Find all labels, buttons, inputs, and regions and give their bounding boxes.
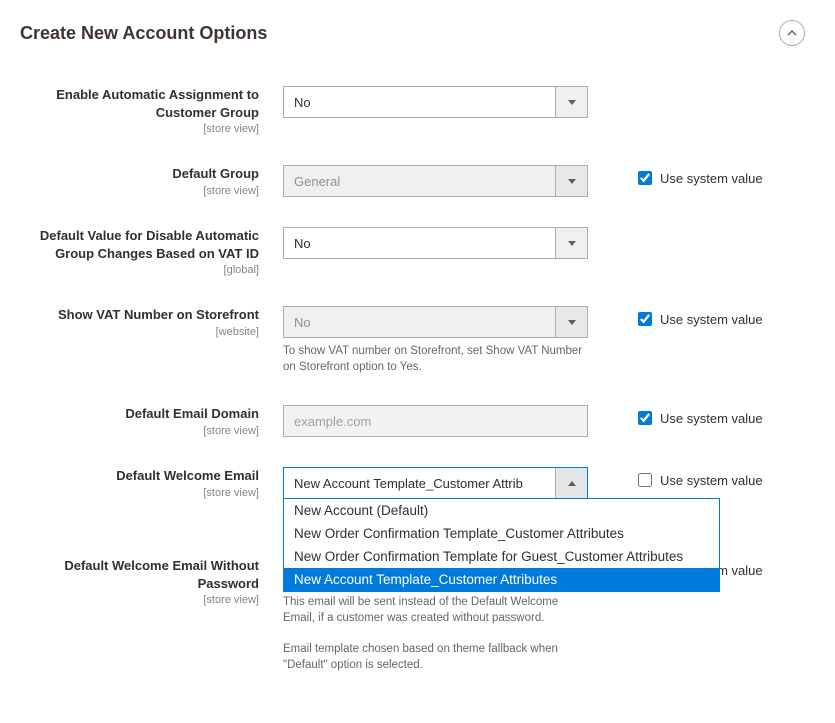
scope-label: [store view] [20,594,259,606]
vat-group-label: Default Value for Disable Automatic Grou… [20,227,259,262]
welcome-email-label: Default Welcome Email [20,467,259,485]
auto-assign-label: Enable Automatic Assignment to Customer … [20,86,259,121]
welcome-email-dropdown: New Account (Default) New Order Confirma… [283,498,720,592]
welcome-email-select[interactable]: New Account Template_Customer Attrib [283,467,588,499]
welcome-no-pw-help1: This email will be sent instead of the D… [283,594,588,626]
scope-label: [global] [20,264,259,276]
dropdown-arrow-icon [555,307,587,337]
chevron-up-icon [786,27,798,39]
scope-label: [website] [20,326,259,338]
dropdown-arrow-icon [555,166,587,196]
scope-label: [store view] [20,123,259,135]
collapse-button[interactable] [779,20,805,46]
default-group-select: General [283,165,588,197]
welcome-email-system-checkbox[interactable] [638,473,652,487]
scope-label: [store view] [20,185,259,197]
show-vat-select: No [283,306,588,338]
use-system-label: Use system value [660,411,763,426]
welcome-no-pw-help2: Email template chosen based on theme fal… [283,641,588,673]
dropdown-option[interactable]: New Account (Default) [284,499,719,522]
dropdown-option[interactable]: New Order Confirmation Template_Customer… [284,522,719,545]
welcome-no-pw-label: Default Welcome Email Without Password [20,557,259,592]
default-group-label: Default Group [20,165,259,183]
dropdown-option[interactable]: New Account Template_Customer Attributes [284,568,719,591]
email-domain-system-checkbox[interactable] [638,411,652,425]
email-domain-label: Default Email Domain [20,405,259,423]
dropdown-option[interactable]: New Order Confirmation Template for Gues… [284,545,719,568]
scope-label: [store view] [20,425,259,437]
use-system-label: Use system value [660,171,763,186]
vat-group-select[interactable]: No [283,227,588,259]
dropdown-arrow-icon [555,228,587,258]
dropdown-arrow-icon [555,87,587,117]
default-group-system-checkbox[interactable] [638,171,652,185]
email-domain-input [283,405,588,437]
use-system-label: Use system value [660,312,763,327]
use-system-label: Use system value [660,473,763,488]
scope-label: [store view] [20,487,259,499]
show-vat-help: To show VAT number on Storefront, set Sh… [283,343,588,375]
auto-assign-select[interactable]: No [283,86,588,118]
dropdown-arrow-icon [555,468,587,498]
show-vat-label: Show VAT Number on Storefront [20,306,259,324]
page-title: Create New Account Options [20,23,267,44]
show-vat-system-checkbox[interactable] [638,312,652,326]
